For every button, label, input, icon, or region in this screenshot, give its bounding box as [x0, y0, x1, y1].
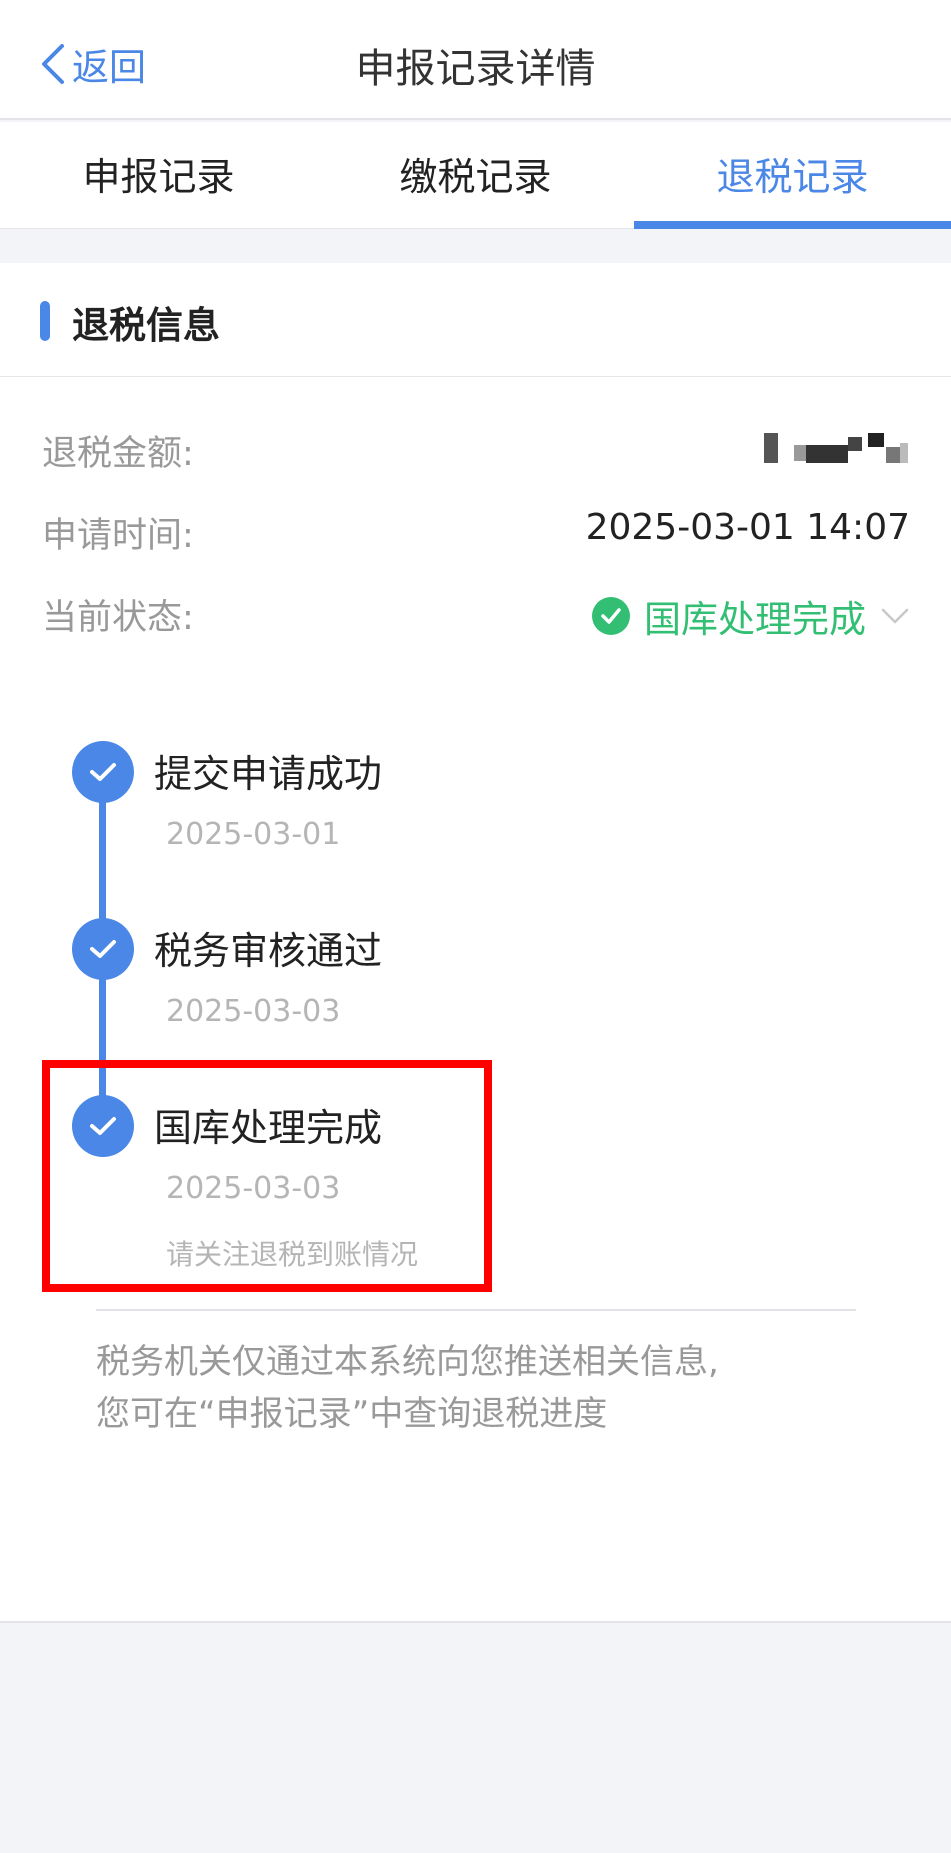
footnote-divider [96, 1309, 856, 1311]
step-title: 税务审核通过 [154, 929, 383, 973]
page-title: 申报记录详情 [355, 46, 596, 92]
tab-declaration-records[interactable]: 申报记录 [0, 122, 317, 228]
apply-time-row: 申请时间: 2025-03-01 14:07 [42, 507, 910, 557]
current-status-row: 当前状态: 国库处理完成 [42, 589, 910, 641]
navigation-bar: 返回 申报记录详情 [0, 0, 951, 120]
footnote: 税务机关仅通过本系统向您推送相关信息, 您可在“申报记录”中查询退税进度 [96, 1336, 876, 1440]
section-title: 退税信息 [72, 304, 220, 347]
apply-time-label: 申请时间: [42, 516, 194, 556]
footnote-line-2: 您可在“申报记录”中查询退税进度 [96, 1394, 608, 1434]
status-dropdown[interactable]: 国库处理完成 [592, 589, 910, 643]
refund-info-card: 退税信息 退税金额: 申请时间: 2025-03-01 14:07 当前状态: … [0, 263, 951, 1623]
footnote-line-1: 税务机关仅通过本系统向您推送相关信息, [96, 1342, 719, 1382]
refund-amount-label: 退税金额: [42, 434, 194, 474]
section-header: 退税信息 [0, 263, 951, 377]
section-accent-bar [40, 301, 50, 341]
step-title: 提交申请成功 [154, 752, 383, 796]
refund-amount-row: 退税金额: [42, 425, 910, 475]
step-date: 2025-03-03 [166, 994, 341, 1029]
tab-refund-records[interactable]: 退税记录 [634, 122, 951, 229]
highlight-annotation-box [42, 1060, 492, 1292]
current-status-label: 当前状态: [42, 598, 194, 638]
tab-payment-records[interactable]: 缴税记录 [317, 122, 634, 228]
check-icon [72, 918, 134, 980]
record-tabs: 申报记录 缴税记录 退税记录 [0, 122, 951, 229]
chevron-down-icon [881, 608, 909, 624]
redacted-amount-mask [760, 433, 910, 473]
apply-time-value: 2025-03-01 14:07 [585, 507, 910, 548]
status-text: 国库处理完成 [644, 598, 866, 641]
check-circle-icon [592, 597, 630, 635]
step-date: 2025-03-01 [166, 817, 341, 852]
check-icon [72, 741, 134, 803]
